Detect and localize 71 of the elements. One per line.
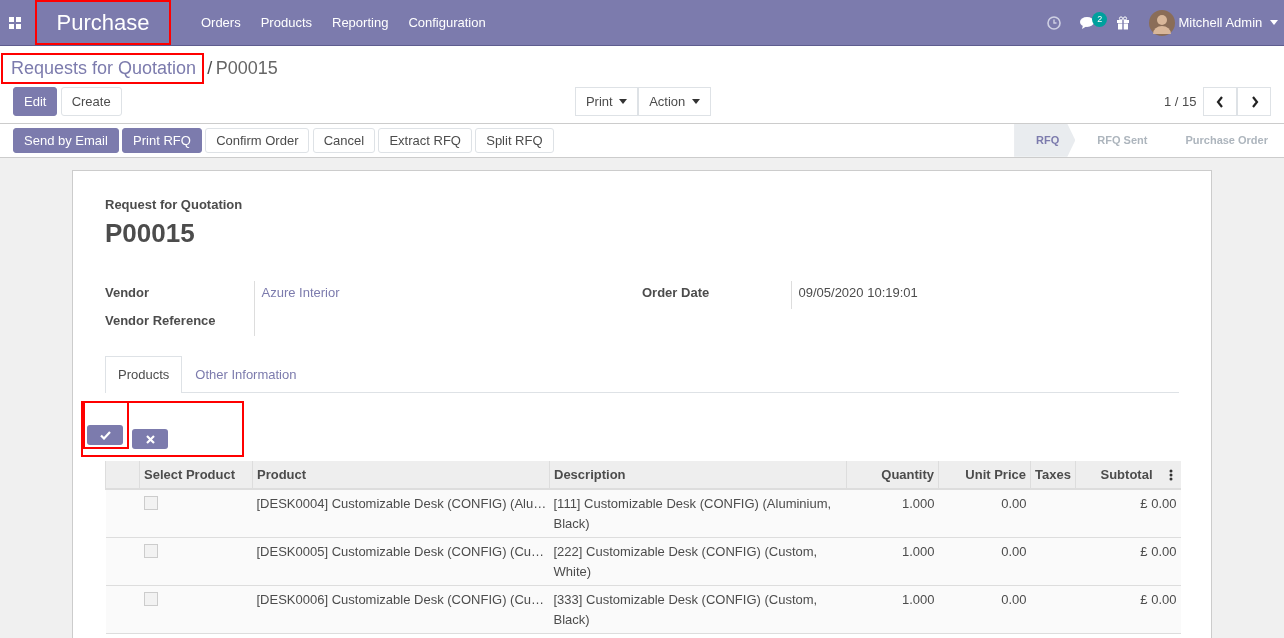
menu-item[interactable]: Configuration bbox=[398, 12, 496, 33]
checkbox[interactable] bbox=[143, 592, 158, 607]
dropdown-button[interactable]: Print bbox=[574, 86, 639, 117]
field-value: 09/05/2020 10:19:01 bbox=[797, 284, 918, 303]
form-subtitle: Request for Quotation bbox=[105, 195, 244, 214]
table-cell: [333] Customizable Desk (CONFIG) (Custom, Black) bbox=[549, 585, 847, 634]
gift-icon[interactable] bbox=[1115, 15, 1130, 30]
table-cell: 1.000 bbox=[846, 585, 939, 634]
table-cell: [DESK0006] Customizable Desk (CONFIG) (Cu… bbox=[252, 585, 550, 634]
checkbox[interactable] bbox=[143, 544, 158, 559]
field-label: Vendor bbox=[105, 281, 255, 309]
menu-item[interactable]: Orders bbox=[190, 12, 251, 33]
column-header: Quantity bbox=[846, 460, 939, 490]
workflow-button[interactable]: Cancel bbox=[312, 127, 376, 154]
breadcrumb-separator: / bbox=[207, 56, 213, 80]
column-header: Description bbox=[549, 460, 847, 490]
clock-icon[interactable] bbox=[1046, 15, 1061, 30]
check-icon bbox=[99, 430, 111, 440]
confirm-button[interactable] bbox=[87, 425, 123, 446]
checkbox[interactable] bbox=[143, 496, 158, 511]
form-button[interactable]: Create bbox=[60, 86, 122, 117]
caret-icon bbox=[619, 99, 628, 105]
column-options-icon[interactable] bbox=[1168, 468, 1173, 481]
table-cell: 1.000 bbox=[846, 489, 939, 538]
caret-icon bbox=[691, 99, 700, 105]
menu-item[interactable]: Reporting bbox=[322, 12, 399, 33]
app-title[interactable]: Purchase bbox=[44, 4, 162, 41]
field-value[interactable]: Azure Interior bbox=[255, 281, 340, 309]
form-button[interactable]: Edit bbox=[13, 86, 58, 117]
avatar-icon[interactable] bbox=[1149, 9, 1176, 36]
table-cell: [DESK0005] Customizable Desk (CONFIG) (Cu… bbox=[252, 537, 550, 586]
field-label: Order Date bbox=[642, 281, 792, 309]
dropdown-button[interactable]: Action bbox=[638, 86, 711, 117]
pager-count: 1 / 15 bbox=[1163, 92, 1197, 111]
form-tab[interactable]: Products bbox=[105, 355, 183, 394]
message-count-badge: 2 bbox=[1092, 11, 1108, 27]
user-name[interactable]: Mitchell Admin bbox=[1178, 12, 1263, 33]
close-icon bbox=[145, 434, 155, 444]
status-stage[interactable]: RFQ bbox=[1014, 123, 1076, 157]
column-header: Taxes bbox=[1030, 460, 1076, 490]
field-label: Vendor Reference bbox=[105, 308, 255, 337]
table-cell: £ 0.00 bbox=[1075, 489, 1181, 538]
record-name: P00015 bbox=[105, 217, 196, 251]
table-cell: 0.00 bbox=[938, 537, 1031, 586]
table-cell: [111] Customizable Desk (CONFIG) (Aluminium, Black) bbox=[549, 489, 847, 538]
column-header: Subtotal bbox=[1075, 460, 1181, 490]
table-cell: [222] Customizable Desk (CONFIG) (Custom, White) bbox=[549, 537, 847, 586]
table-cell: £ 0.00 bbox=[1075, 585, 1181, 634]
table-cell: 0.00 bbox=[938, 489, 1031, 538]
apps-grid-icon[interactable] bbox=[8, 16, 21, 29]
previous-button[interactable] bbox=[1203, 86, 1237, 117]
table-cell: £ 0.00 bbox=[1075, 537, 1181, 586]
discard-button[interactable] bbox=[132, 429, 169, 450]
chevron-left-icon bbox=[1214, 95, 1226, 110]
column-header: Select Product bbox=[139, 460, 253, 490]
table-cell: 0.00 bbox=[938, 585, 1031, 634]
breadcrumb-current: P00015 bbox=[215, 56, 278, 80]
menu-item[interactable]: Products bbox=[250, 12, 322, 33]
column-header: Product bbox=[252, 460, 550, 490]
workflow-button[interactable]: Print RFQ bbox=[122, 127, 202, 154]
table-cell: [DESK0004] Customizable Desk (CONFIG) (Alu… bbox=[252, 489, 550, 538]
breadcrumb-link[interactable]: Requests for Quotation bbox=[11, 54, 197, 82]
next-button[interactable] bbox=[1237, 86, 1271, 117]
form-tab[interactable]: Other Information bbox=[182, 355, 310, 393]
caret-icon[interactable] bbox=[1269, 20, 1278, 25]
workflow-button[interactable]: Split RFQ bbox=[475, 127, 554, 154]
column-header: Unit Price bbox=[938, 460, 1031, 490]
workflow-button[interactable]: Confirm Order bbox=[205, 127, 310, 154]
table-cell: 1.000 bbox=[846, 537, 939, 586]
workflow-button[interactable]: Send by Email bbox=[13, 127, 119, 154]
workflow-button[interactable]: Extract RFQ bbox=[378, 127, 472, 154]
